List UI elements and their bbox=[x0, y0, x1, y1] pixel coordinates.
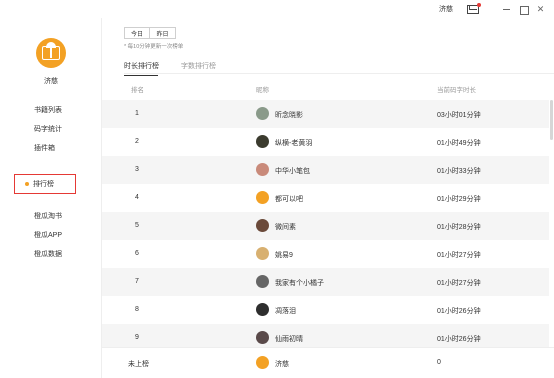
user-avatar bbox=[256, 107, 269, 120]
sidebar-username: 济慈 bbox=[44, 78, 58, 85]
row-rank: 5 bbox=[135, 222, 139, 229]
active-dot-icon bbox=[25, 182, 29, 186]
table-row[interactable]: 2 纵横-老黄羽 01小时49分钟 bbox=[102, 128, 549, 156]
row-rank: 8 bbox=[135, 306, 139, 313]
header-name: 昵称 bbox=[256, 87, 269, 94]
my-rank-row: 未上榜 济慈 0 bbox=[102, 347, 554, 378]
user-avatar bbox=[256, 275, 269, 288]
table-row[interactable]: 4 都可以吧 01小时29分钟 bbox=[102, 184, 549, 212]
row-time: 01小时26分钟 bbox=[437, 308, 481, 315]
sidebar-item-word-stats[interactable]: 码字统计 bbox=[34, 124, 62, 134]
my-rank: 未上榜 bbox=[128, 361, 149, 368]
header-time: 当前码字时长 bbox=[437, 87, 476, 94]
table-row[interactable]: 1 昕念晓影 03小时01分钟 bbox=[102, 100, 549, 128]
user-avatar bbox=[256, 219, 269, 232]
header-rank: 排名 bbox=[131, 87, 144, 94]
table-header: 排名 昵称 当前码字时长 bbox=[102, 78, 554, 100]
row-time: 03小时01分钟 bbox=[437, 112, 481, 119]
main-panel: 今日 昨日 * 每10分钟更新一次榜单 时长排行榜 字数排行榜 排名 昵称 当前… bbox=[102, 18, 554, 378]
row-time: 01小时26分钟 bbox=[437, 336, 481, 343]
row-rank: 1 bbox=[135, 110, 139, 117]
maximize-icon[interactable] bbox=[518, 4, 529, 15]
row-rank: 2 bbox=[135, 138, 139, 145]
user-avatar bbox=[256, 191, 269, 204]
date-switcher: 今日 昨日 bbox=[124, 27, 176, 39]
user-avatar bbox=[256, 135, 269, 148]
row-rank: 7 bbox=[135, 278, 139, 285]
table-row[interactable]: 3 中华小笔包 01小时33分钟 bbox=[102, 156, 549, 184]
row-name: 凋落泪 bbox=[275, 308, 296, 315]
my-avatar bbox=[256, 356, 269, 369]
close-icon[interactable]: ✕ bbox=[535, 4, 546, 15]
yesterday-button[interactable]: 昨日 bbox=[150, 27, 176, 39]
my-time: 0 bbox=[437, 359, 441, 366]
row-time: 01小时33分钟 bbox=[437, 168, 481, 175]
row-time: 01小时29分钟 bbox=[437, 196, 481, 203]
mail-icon[interactable] bbox=[467, 2, 481, 14]
row-rank: 3 bbox=[135, 166, 139, 173]
row-name: 微间素 bbox=[275, 224, 296, 231]
row-name: 昕念晓影 bbox=[275, 112, 303, 119]
sidebar-item-data[interactable]: 橙瓜数据 bbox=[34, 249, 62, 259]
row-time: 01小时49分钟 bbox=[437, 140, 481, 147]
sidebar-item-book-list[interactable]: 书籍列表 bbox=[34, 105, 62, 115]
row-time: 01小时28分钟 bbox=[437, 224, 481, 231]
table-row[interactable]: 8 凋落泪 01小时26分钟 bbox=[102, 296, 549, 324]
row-rank: 4 bbox=[135, 194, 139, 201]
book-icon bbox=[42, 46, 60, 60]
row-rank: 6 bbox=[135, 250, 139, 257]
row-name: 姚易9 bbox=[275, 252, 293, 259]
avatar[interactable] bbox=[36, 38, 66, 68]
sidebar-item-book-shop[interactable]: 橙瓜淘书 bbox=[34, 211, 62, 221]
sidebar-item-app[interactable]: 橙瓜APP bbox=[34, 230, 62, 240]
row-name: 仙雨初晴 bbox=[275, 336, 303, 343]
sidebar-item-plugin-box[interactable]: 插件箱 bbox=[34, 143, 55, 153]
table-row[interactable]: 6 姚易9 01小时27分钟 bbox=[102, 240, 549, 268]
sidebar-item-label: 排行榜 bbox=[33, 181, 54, 188]
my-name: 济慈 bbox=[275, 361, 289, 368]
minimize-icon[interactable] bbox=[501, 4, 512, 15]
title-bar: 济慈 ✕ bbox=[0, 0, 554, 18]
sidebar-item-leaderboard[interactable]: 排行榜 bbox=[14, 174, 76, 194]
table-row[interactable]: 7 我家有个小橘子 01小时27分钟 bbox=[102, 268, 549, 296]
notification-dot bbox=[477, 2, 481, 7]
sidebar: 济慈 书籍列表 码字统计 插件箱 排行榜 橙瓜淘书 橙瓜APP 橙瓜数据 bbox=[0, 18, 102, 378]
today-button[interactable]: 今日 bbox=[124, 27, 150, 39]
table-row[interactable]: 5 微间素 01小时28分钟 bbox=[102, 212, 549, 240]
user-avatar bbox=[256, 163, 269, 176]
row-name: 我家有个小橘子 bbox=[275, 280, 324, 287]
tab-divider bbox=[124, 73, 554, 74]
user-avatar bbox=[256, 247, 269, 260]
row-time: 01小时27分钟 bbox=[437, 280, 481, 287]
scrollbar[interactable] bbox=[550, 100, 553, 140]
row-rank: 9 bbox=[135, 334, 139, 341]
row-name: 中华小笔包 bbox=[275, 168, 310, 175]
user-avatar bbox=[256, 331, 269, 344]
titlebar-username[interactable]: 济慈 bbox=[439, 4, 453, 14]
row-time: 01小时27分钟 bbox=[437, 252, 481, 259]
row-name: 都可以吧 bbox=[275, 196, 303, 203]
update-note: * 每10分钟更新一次榜单 bbox=[124, 44, 184, 50]
user-avatar bbox=[256, 303, 269, 316]
row-name: 纵横-老黄羽 bbox=[275, 140, 313, 147]
